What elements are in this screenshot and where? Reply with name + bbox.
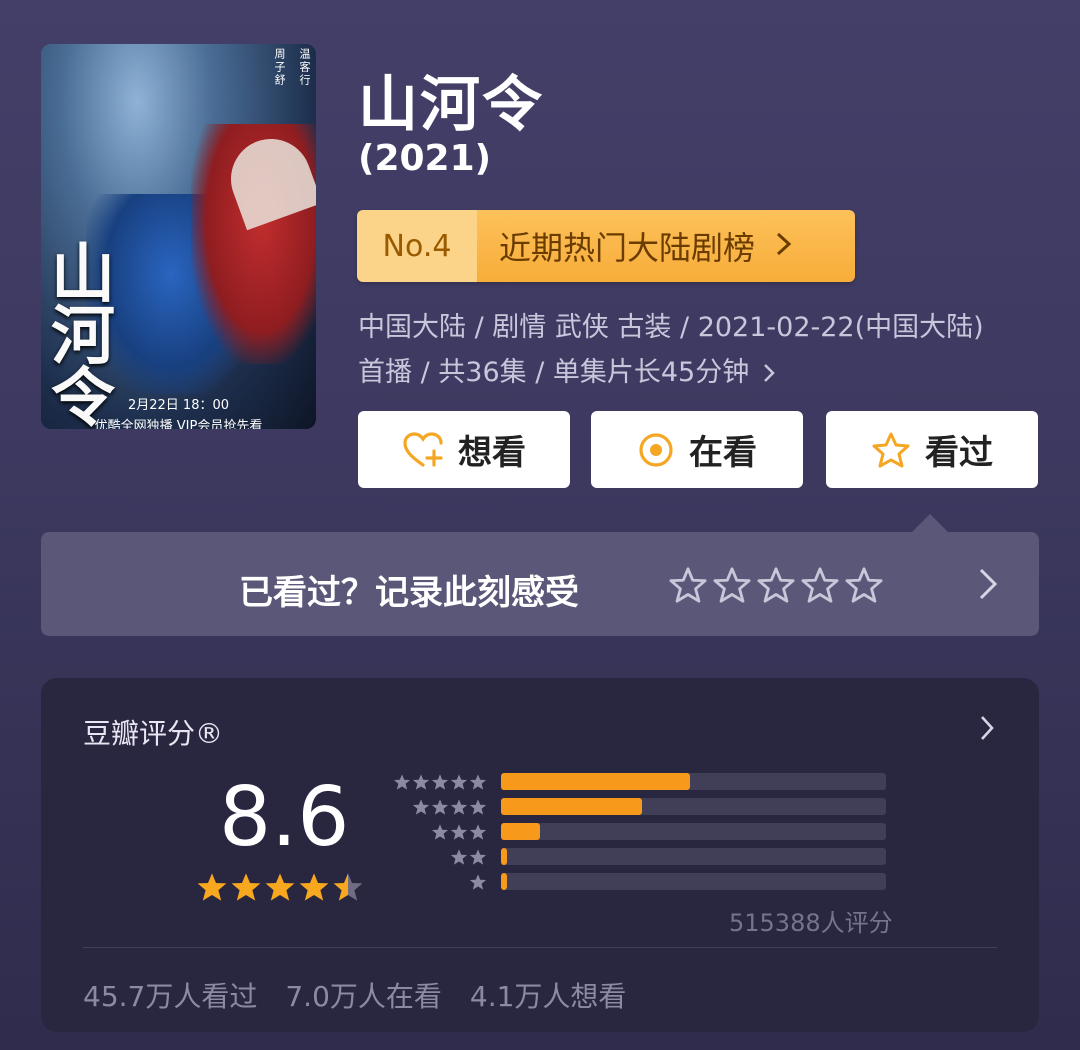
rank-label-wrap: 近期热门大陆剧榜 (477, 210, 855, 282)
poster-actor-1: 周子舒 (273, 48, 286, 87)
stat-watched: 45.7万人看过 (83, 980, 258, 1013)
star-filled-icon (230, 871, 262, 907)
chevron-right-icon (977, 566, 999, 606)
star-filled-icon (196, 871, 228, 907)
star-outline-icon[interactable] (801, 566, 839, 608)
poster-image[interactable]: 周子舒 温客行 山河令 2月22日 18：00 优酷全网独播 VIP会员抢先看 (41, 44, 316, 429)
divider (83, 947, 997, 948)
rating-bar-fill (501, 798, 642, 815)
watching-button[interactable]: 在看 (591, 411, 803, 488)
meta-line-1: 中国大陆 / 剧情 武侠 古装 / 2021-02-22(中国大陆) (358, 312, 984, 343)
rating-bar-track (501, 823, 886, 840)
rating-bar-track (501, 873, 886, 890)
rating-title: 豆瓣评分® (83, 717, 224, 750)
rating-count: 515388人评分 (729, 909, 893, 937)
star-outline-icon[interactable] (669, 566, 707, 608)
rank-badge[interactable]: No.4 近期热门大陆剧榜 (357, 210, 855, 282)
rating-score: 8.6 (219, 770, 350, 865)
rating-stats: 45.7万人看过 7.0万人在看 4.1万人想看 (83, 975, 626, 1015)
heart-plus-icon (403, 431, 443, 467)
rating-bar-stars-icon (391, 873, 487, 891)
stat-want: 4.1万人想看 (469, 980, 627, 1013)
rank-label: 近期热门大陆剧榜 (499, 229, 756, 267)
rating-bar-3-star (391, 823, 887, 840)
watching-button-label: 在看 (689, 433, 757, 473)
chevron-right-icon (763, 363, 776, 383)
stat-watching: 7.0万人在看 (285, 980, 442, 1013)
rating-bar-track (501, 848, 886, 865)
page-title: 山河令 (358, 70, 544, 140)
rating-bar-fill (501, 773, 690, 790)
rank-number: No.4 (357, 210, 477, 282)
poster-platform: 优酷全网独播 VIP会员抢先看 (94, 419, 263, 429)
rating-bar-1-star (391, 873, 887, 890)
star-half-icon (332, 871, 364, 907)
rating-bar-fill (501, 848, 507, 865)
want-button-label: 想看 (458, 433, 526, 473)
rating-stars (196, 871, 364, 907)
rating-bar-stars-icon (391, 823, 487, 841)
rating-bar-2-star (391, 848, 887, 865)
meta-line-2-wrap: 首播 / 共36集 / 单集片长45分钟 (358, 350, 1038, 395)
rating-bar-track (501, 773, 886, 790)
star-filled-icon (298, 871, 330, 907)
rating-bar-stars-icon (391, 773, 487, 791)
rating-bar-stars-icon (391, 848, 487, 866)
chevron-right-icon (979, 714, 995, 746)
star-outline-icon[interactable] (845, 566, 883, 608)
want-button[interactable]: 想看 (358, 411, 570, 488)
douban-rating-card[interactable]: 豆瓣评分® 8.6 515388人评分 45.7万人看过 7.0万人在看 4.1… (41, 678, 1039, 1032)
poster-actor-2: 温客行 (298, 48, 311, 87)
rating-bar-stars-icon (391, 798, 487, 816)
watched-button-label: 看过 (925, 433, 993, 473)
poster-date: 2月22日 18：00 (127, 398, 230, 413)
meta-line-2: 首播 / 共36集 / 单集片长45分钟 (358, 357, 750, 388)
star-outline-icon[interactable] (713, 566, 751, 608)
record-feeling-panel[interactable]: 已看过？记录此刻感受 (41, 532, 1039, 636)
star-outline-icon (872, 432, 910, 467)
rating-bar-fill (501, 873, 507, 890)
popover-notch (911, 514, 949, 533)
rating-bar-fill (501, 823, 540, 840)
rating-bar-4-star (391, 798, 887, 815)
record-star-rating[interactable] (669, 566, 883, 608)
meta-info[interactable]: 中国大陆 / 剧情 武侠 古装 / 2021-02-22(中国大陆) 首播 / … (358, 305, 1038, 395)
chevron-right-icon (775, 227, 793, 265)
star-outline-icon[interactable] (757, 566, 795, 608)
rating-bar-5-star (391, 773, 887, 790)
record-prompt: 已看过？记录此刻感受 (239, 573, 579, 613)
target-icon (639, 432, 673, 467)
star-filled-icon (264, 871, 296, 907)
rating-bar-track (501, 798, 886, 815)
release-year: (2021) (358, 138, 492, 179)
watched-button[interactable]: 看过 (826, 411, 1038, 488)
